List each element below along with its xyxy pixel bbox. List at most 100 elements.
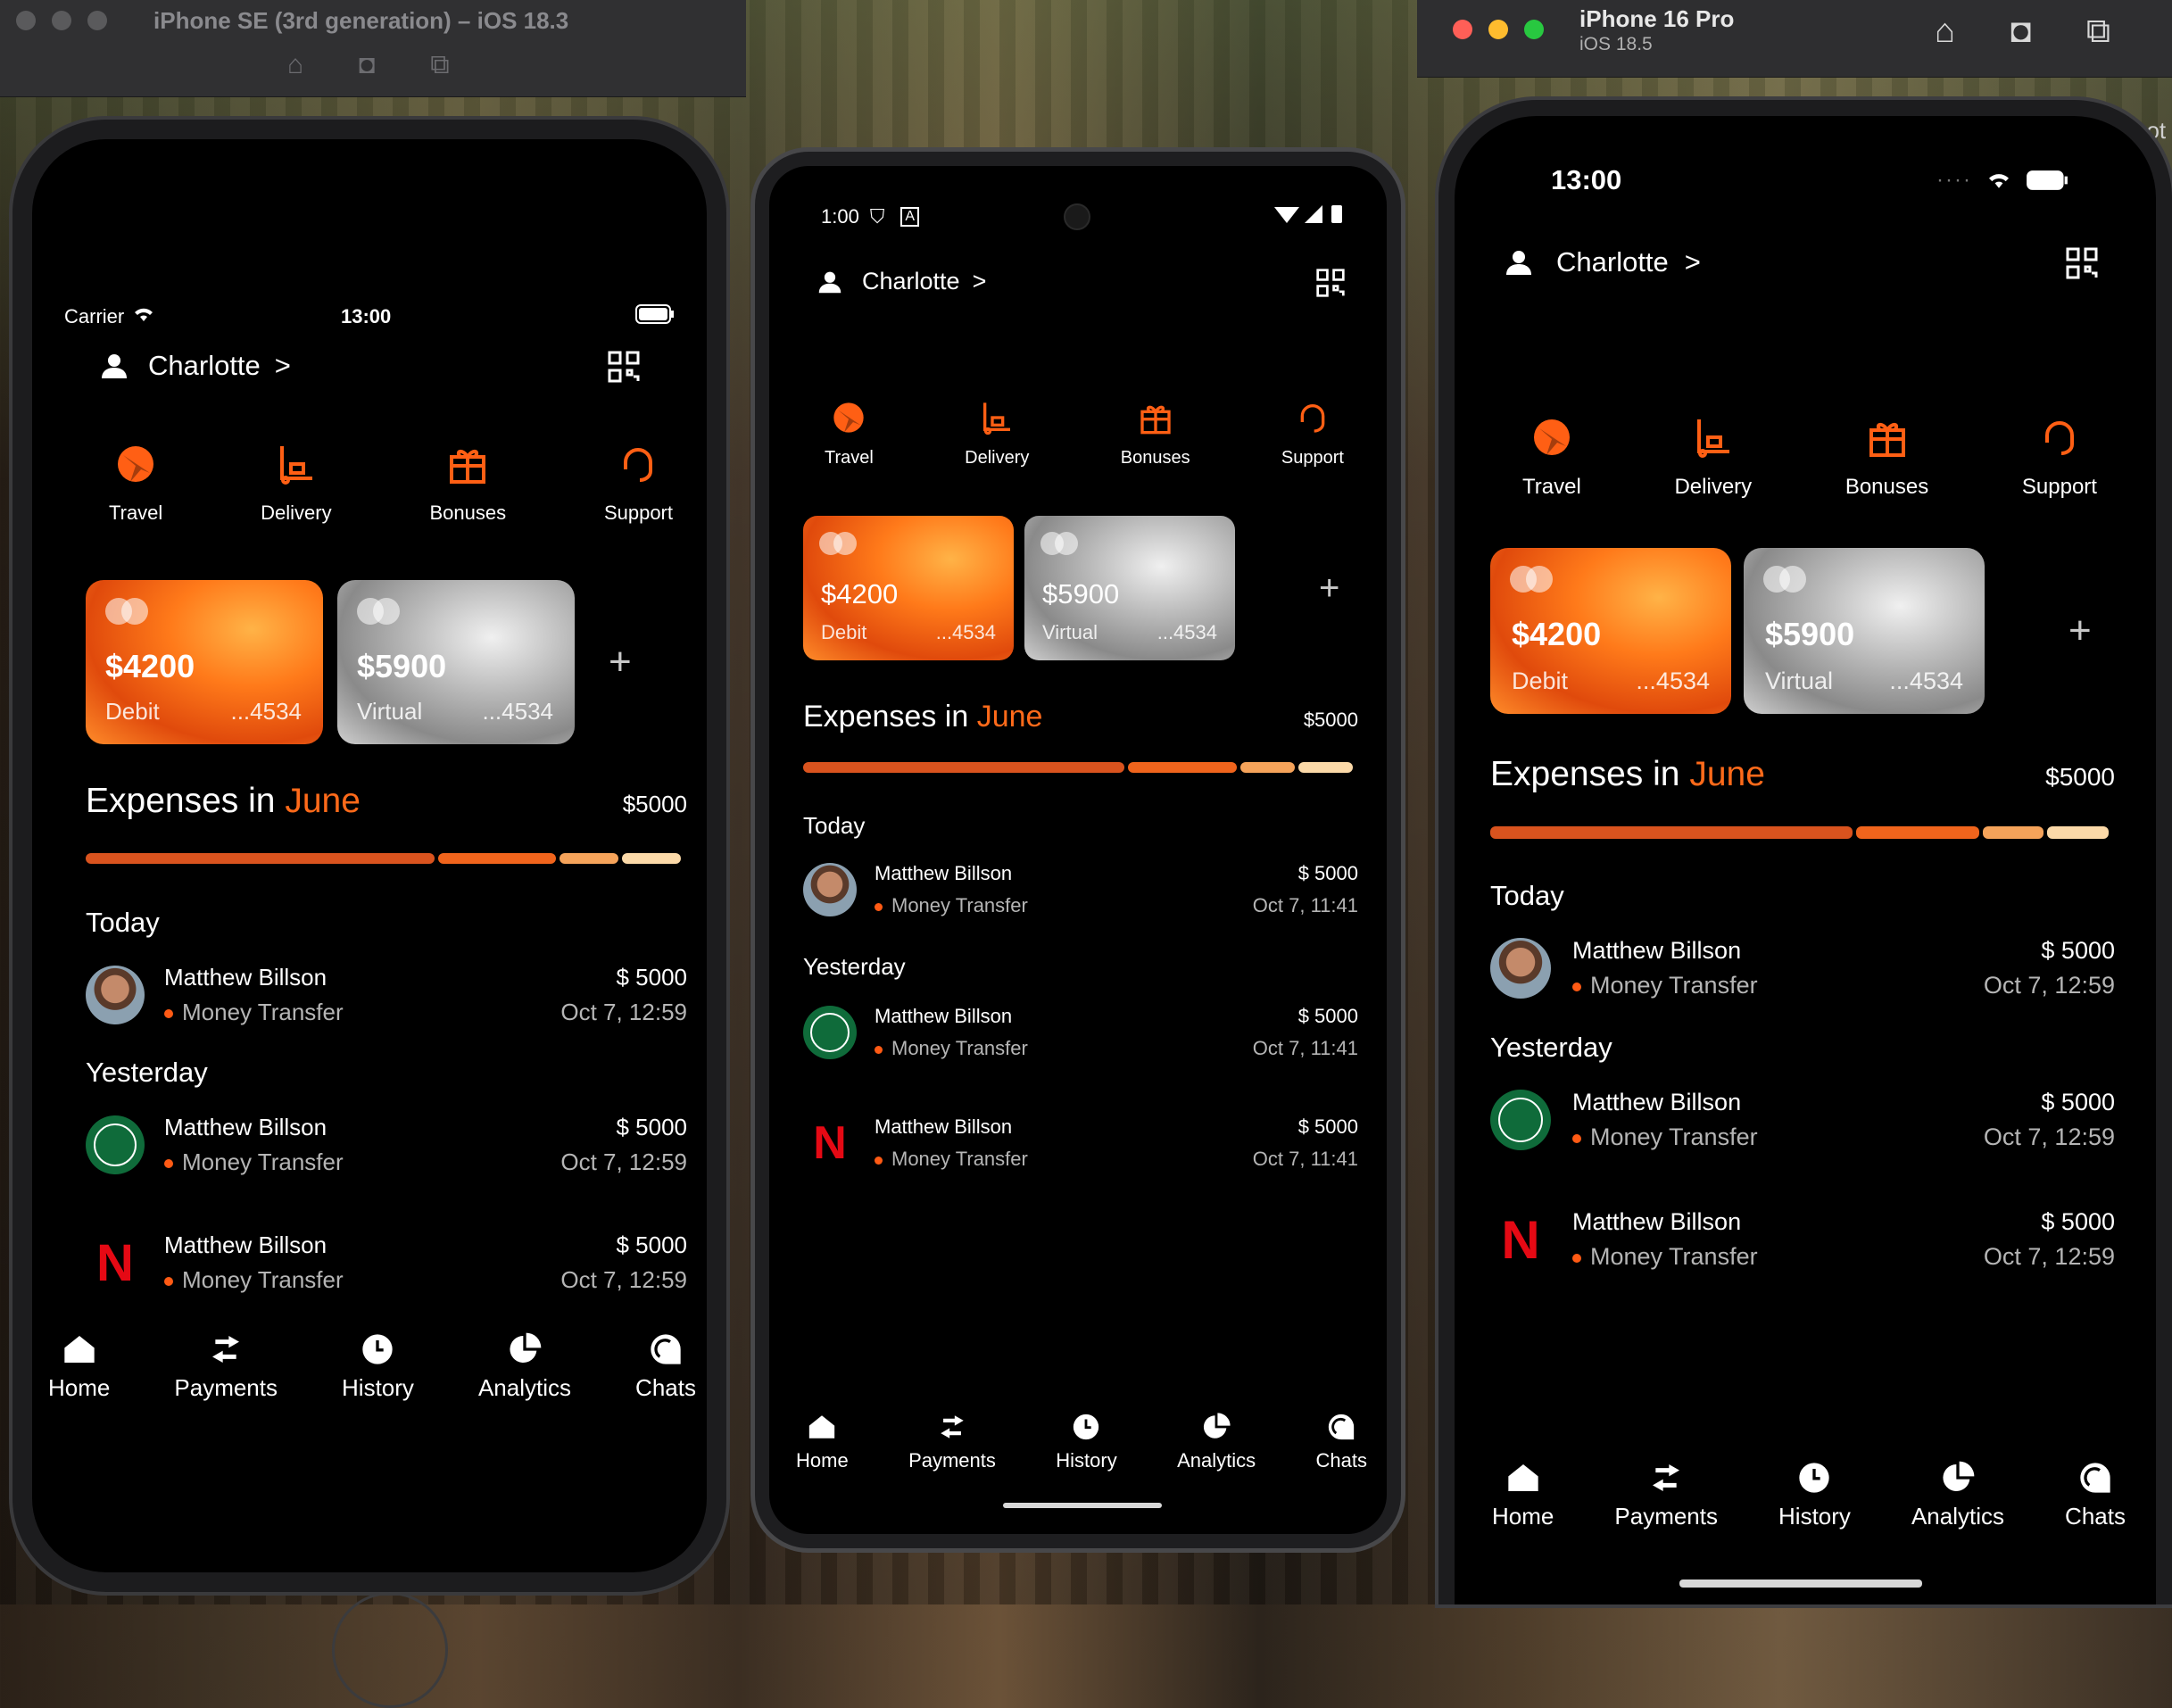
home-indicator[interactable] xyxy=(1679,1579,1922,1588)
transaction-row[interactable]: Matthew Billson Money Transfer $ 5000 Oct… xyxy=(803,862,1358,917)
card-virtual[interactable]: $5900 Virtual ...4534 xyxy=(1744,548,1985,714)
card-brand-icon xyxy=(1763,566,1806,593)
transaction-row[interactable]: Matthew Billson Money Transfer $ 5000 Oct… xyxy=(86,964,687,1026)
expenses-total: $5000 xyxy=(1303,709,1358,731)
android-screen: 1:00 ⛉ A Charlotte > Travel Delivery Bon… xyxy=(769,166,1387,1534)
nav-payments[interactable]: Payments xyxy=(1614,1460,1718,1530)
profile-header[interactable]: Charlotte > xyxy=(817,268,986,295)
transaction-row[interactable]: N Matthew Billson Money Transfer $ 5000 O… xyxy=(86,1231,687,1294)
camera-cutout xyxy=(1064,203,1090,230)
section-today: Today xyxy=(803,812,866,839)
quick-action-delivery[interactable]: Delivery xyxy=(261,443,332,525)
expenses-title: Expenses in June xyxy=(86,782,361,820)
nav-payments[interactable]: Payments xyxy=(908,1412,996,1472)
card-debit[interactable]: $4200 Debit ...4534 xyxy=(1490,548,1731,714)
transaction-row[interactable]: Matthew Billson Money Transfer $ 5000 Oct… xyxy=(1490,937,2115,999)
quick-action-bonuses[interactable]: Bonuses xyxy=(429,443,506,525)
qr-scan-icon[interactable] xyxy=(1315,268,1346,303)
gesture-bar[interactable] xyxy=(1003,1503,1162,1508)
add-card-button[interactable]: + xyxy=(2068,609,2092,653)
home-button[interactable] xyxy=(332,1592,448,1708)
status-time: 1:00 xyxy=(821,205,859,228)
user-name: Charlotte xyxy=(148,350,261,381)
expense-segment xyxy=(1855,826,1979,839)
qr-scan-icon[interactable] xyxy=(607,350,641,388)
nav-chats[interactable]: Chats xyxy=(635,1331,696,1402)
home-icon[interactable]: ⌂ xyxy=(1935,12,1955,51)
notification-icon: A xyxy=(900,207,920,227)
quick-action-support[interactable]: Support xyxy=(604,443,673,525)
iphone-16-pro-screen: 13:00 ···· Charlotte > Travel Delivery B… xyxy=(1455,116,2156,1604)
expense-segment xyxy=(622,853,682,864)
signal-icon: ···· xyxy=(1936,168,1972,192)
nav-analytics[interactable]: Analytics xyxy=(478,1331,571,1402)
analytics-icon xyxy=(1204,1413,1231,1439)
quick-action-support[interactable]: Support xyxy=(2022,416,2097,500)
person-icon xyxy=(818,271,841,293)
quick-action-travel[interactable]: Travel xyxy=(109,443,162,525)
nav-home[interactable]: Home xyxy=(796,1412,849,1472)
card-virtual[interactable]: $5900 Virtual ...4534 xyxy=(1024,516,1235,660)
carrier-label: Carrier xyxy=(64,305,125,328)
user-name: Charlotte xyxy=(862,268,960,294)
profile-header[interactable]: Charlotte > xyxy=(1505,246,1701,278)
netflix-logo: N xyxy=(96,1233,134,1292)
chevron-right-icon: > xyxy=(274,350,291,381)
card-debit[interactable]: $4200 Debit ...4534 xyxy=(803,516,1014,660)
nav-history[interactable]: History xyxy=(1056,1412,1117,1472)
home-icon[interactable]: ⌂ xyxy=(287,50,303,80)
transaction-row[interactable]: Matthew Billson Money Transfer $ 5000 Oct… xyxy=(803,1005,1358,1060)
nav-analytics[interactable]: Analytics xyxy=(1911,1460,2004,1530)
minimize-dot[interactable] xyxy=(1488,20,1508,39)
history-icon xyxy=(362,1334,394,1364)
quick-action-travel[interactable]: Travel xyxy=(825,400,874,468)
quick-action-delivery[interactable]: Delivery xyxy=(965,400,1029,468)
section-yesterday: Yesterday xyxy=(86,1057,208,1088)
add-card-button[interactable]: + xyxy=(1319,568,1339,609)
close-dot[interactable] xyxy=(1453,20,1472,39)
screenshot-icon[interactable]: ◘ xyxy=(359,50,375,80)
status-time: 13:00 xyxy=(341,305,392,328)
add-card-button[interactable]: + xyxy=(609,640,632,684)
qr-scan-icon[interactable] xyxy=(2065,246,2099,285)
home-icon xyxy=(64,1336,95,1363)
simulator-title: iPhone 16 Pro xyxy=(1579,5,1735,32)
quick-action-delivery[interactable]: Delivery xyxy=(1674,416,1752,500)
nav-analytics[interactable]: Analytics xyxy=(1177,1412,1256,1472)
quick-action-travel[interactable]: Travel xyxy=(1522,416,1581,500)
zoom-dot[interactable] xyxy=(87,11,107,30)
netflix-logo: N xyxy=(1501,1209,1540,1270)
nav-home[interactable]: Home xyxy=(1492,1460,1554,1530)
nav-history[interactable]: History xyxy=(342,1331,414,1402)
nav-chats[interactable]: Chats xyxy=(2065,1460,2126,1530)
zoom-dot[interactable] xyxy=(1524,20,1544,39)
rotate-icon[interactable]: ⧉ xyxy=(430,50,449,80)
profile-header[interactable]: Charlotte > xyxy=(100,350,291,382)
nav-chats[interactable]: Chats xyxy=(1316,1412,1367,1472)
quick-action-support[interactable]: Support xyxy=(1281,400,1344,468)
transaction-row[interactable]: N Matthew Billson Money Transfer $ 5000 O… xyxy=(1490,1208,2115,1271)
rotate-icon[interactable]: ⧉ xyxy=(2086,12,2110,51)
home-icon xyxy=(809,1415,835,1439)
chats-icon xyxy=(1329,1414,1355,1440)
nav-home[interactable]: Home xyxy=(48,1331,110,1402)
nav-history[interactable]: History xyxy=(1778,1460,1851,1530)
card-debit[interactable]: $4200 Debit ...4534 xyxy=(86,580,323,744)
transaction-row[interactable]: N Matthew Billson Money Transfer $ 5000 O… xyxy=(803,1115,1358,1171)
analytics-icon xyxy=(510,1332,542,1363)
transaction-row[interactable]: Matthew Billson Money Transfer $ 5000 Oct… xyxy=(86,1114,687,1176)
card-virtual[interactable]: $5900 Virtual ...4534 xyxy=(337,580,575,744)
user-name: Charlotte xyxy=(1556,246,1669,278)
minimize-dot[interactable] xyxy=(52,11,71,30)
bonuses-icon xyxy=(1140,405,1171,435)
expenses-total: $5000 xyxy=(622,791,687,817)
transaction-row[interactable]: Matthew Billson Money Transfer $ 5000 Oct… xyxy=(1490,1089,2115,1151)
close-dot[interactable] xyxy=(16,11,36,30)
expenses-title: Expenses in June xyxy=(1490,755,1765,793)
payments-icon xyxy=(941,1415,964,1439)
nav-payments[interactable]: Payments xyxy=(174,1331,278,1402)
support-icon xyxy=(1300,404,1325,433)
quick-action-bonuses[interactable]: Bonuses xyxy=(1845,416,1928,500)
quick-action-bonuses[interactable]: Bonuses xyxy=(1121,400,1190,468)
screenshot-icon[interactable]: ◘ xyxy=(2010,12,2031,51)
